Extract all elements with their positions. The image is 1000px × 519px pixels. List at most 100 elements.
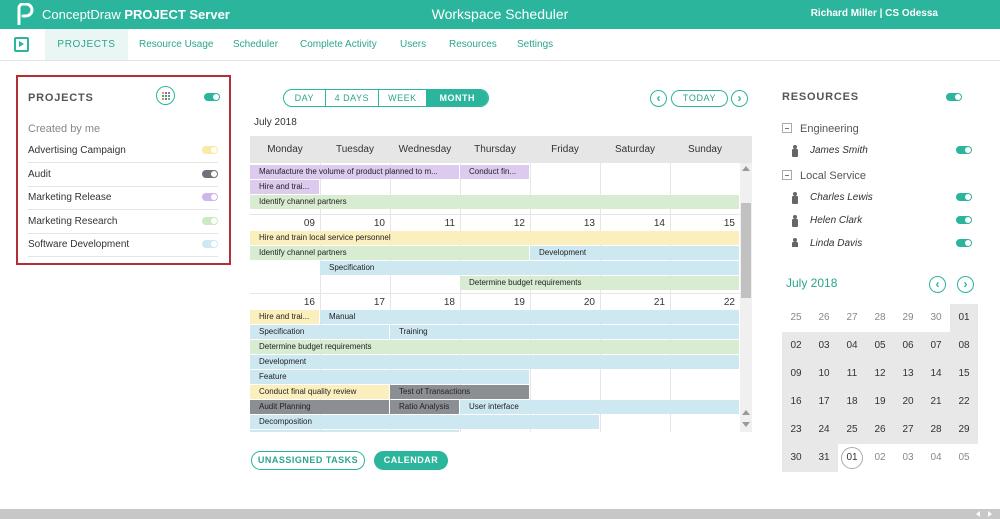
mini-calendar-day[interactable]: 29: [950, 416, 978, 444]
mini-calendar-day[interactable]: 01: [841, 447, 863, 469]
mini-calendar-day[interactable]: 28: [922, 416, 950, 444]
mini-calendar-day[interactable]: 19: [866, 388, 894, 416]
task-bar[interactable]: Specification: [250, 325, 389, 339]
date-number[interactable]: 10: [325, 218, 385, 229]
mini-calendar-day[interactable]: 09: [782, 360, 810, 388]
task-bar[interactable]: Specification: [320, 261, 739, 275]
mini-calendar-day[interactable]: 26: [810, 304, 838, 332]
date-number[interactable]: 13: [535, 218, 595, 229]
project-item[interactable]: Marketing Research: [28, 211, 218, 234]
project-visibility-toggle[interactable]: [202, 216, 218, 225]
mini-calendar-day[interactable]: 25: [782, 304, 810, 332]
task-bar[interactable]: Feature: [250, 370, 529, 384]
sidebar-toggle-icon[interactable]: [14, 37, 29, 52]
projects-toggle[interactable]: [204, 93, 220, 101]
tab-users[interactable]: Users: [400, 29, 426, 60]
today-button[interactable]: TODAY: [671, 90, 728, 107]
task-bar[interactable]: Hire and trai...: [250, 180, 319, 194]
mini-calendar-day[interactable]: 07: [922, 332, 950, 360]
tab-settings[interactable]: Settings: [517, 29, 553, 60]
mini-calendar-day[interactable]: 05: [866, 332, 894, 360]
task-bar[interactable]: Development: [250, 355, 739, 369]
project-visibility-toggle[interactable]: [202, 146, 218, 154]
task-bar[interactable]: Determine budget requirements: [460, 276, 739, 290]
mini-calendar-day[interactable]: 14: [922, 360, 950, 388]
mini-next-icon[interactable]: ›: [957, 276, 974, 293]
mini-calendar-day[interactable]: 30: [922, 304, 950, 332]
resource-toggle[interactable]: [956, 193, 972, 201]
group-local-service[interactable]: Local Service: [782, 169, 866, 182]
view-day-button[interactable]: DAY: [284, 90, 326, 106]
mini-calendar-day[interactable]: 15: [950, 360, 978, 388]
mini-calendar-day[interactable]: 12: [866, 360, 894, 388]
view-week-button[interactable]: WEEK: [379, 90, 427, 106]
scroll-up-icon[interactable]: [742, 166, 750, 171]
task-bar[interactable]: Hire and trai...: [250, 310, 319, 324]
tab-complete-activity[interactable]: Complete Activity: [300, 29, 377, 60]
date-number[interactable]: 19: [465, 297, 525, 308]
project-visibility-toggle[interactable]: [202, 240, 218, 248]
view-month-button[interactable]: MONTH: [426, 90, 488, 106]
collapse-icon[interactable]: [782, 170, 792, 180]
resource-toggle[interactable]: [956, 146, 972, 154]
task-bar[interactable]: Conduct final quality review: [250, 385, 389, 399]
task-bar[interactable]: Audit Planning: [250, 400, 389, 414]
mini-calendar-day[interactable]: 10: [810, 360, 838, 388]
mini-calendar-day[interactable]: 08: [950, 332, 978, 360]
task-bar[interactable]: Training: [390, 325, 739, 339]
scroll-left-icon[interactable]: [976, 511, 980, 517]
date-number[interactable]: 14: [605, 218, 665, 229]
task-bar[interactable]: Identify channel partners: [250, 246, 529, 260]
mini-calendar-day[interactable]: 27: [838, 304, 866, 332]
resource-toggle[interactable]: [956, 216, 972, 224]
mini-calendar-day[interactable]: 29: [894, 304, 922, 332]
mini-calendar-day[interactable]: 16: [782, 388, 810, 416]
mini-calendar-day[interactable]: 26: [866, 416, 894, 444]
collapse-icon[interactable]: [782, 123, 792, 133]
resources-toggle[interactable]: [946, 93, 962, 101]
date-number[interactable]: 17: [325, 297, 385, 308]
unassigned-tasks-button[interactable]: UNASSIGNED TASKS: [251, 451, 365, 470]
mini-prev-icon[interactable]: ‹: [929, 276, 946, 293]
task-bar[interactable]: Decomposition: [250, 415, 599, 429]
date-number[interactable]: 18: [395, 297, 455, 308]
mini-calendar-day[interactable]: 20: [894, 388, 922, 416]
mini-calendar-day[interactable]: 27: [894, 416, 922, 444]
mini-calendar-day[interactable]: 04: [838, 332, 866, 360]
task-bar[interactable]: Ratio Analysis: [390, 400, 459, 414]
color-grid-icon[interactable]: [156, 86, 175, 105]
project-item[interactable]: Advertising Campaign: [28, 140, 218, 163]
user-info[interactable]: Richard Miller | CS Odessa: [811, 8, 938, 19]
date-number[interactable]: 20: [535, 297, 595, 308]
mini-calendar-day[interactable]: 25: [838, 416, 866, 444]
mini-calendar-day[interactable]: 18: [838, 388, 866, 416]
tab-resource-usage[interactable]: Resource Usage: [139, 29, 213, 60]
date-number[interactable]: 22: [675, 297, 735, 308]
resource-row[interactable]: Helen Clark: [786, 212, 976, 232]
project-item[interactable]: Software Development: [28, 234, 218, 257]
calendar-scrollbar[interactable]: [740, 163, 752, 432]
page-horizontal-scrollbar[interactable]: [0, 509, 1000, 519]
mini-calendar-day[interactable]: 11: [838, 360, 866, 388]
date-number[interactable]: 21: [605, 297, 665, 308]
project-visibility-toggle[interactable]: [202, 169, 218, 178]
mini-calendar-day[interactable]: 03: [894, 444, 922, 472]
resource-toggle[interactable]: [956, 239, 972, 247]
date-number[interactable]: 11: [395, 218, 455, 229]
next-month-icon[interactable]: ›: [731, 90, 748, 107]
task-bar[interactable]: Manufacture the volume of product planne…: [250, 165, 459, 179]
mini-calendar-day[interactable]: 30: [782, 444, 810, 472]
scroll-thumb[interactable]: [741, 203, 751, 298]
task-bar[interactable]: Manual: [320, 310, 739, 324]
scroll-up-icon[interactable]: [742, 410, 750, 415]
resource-row[interactable]: Linda Davis: [786, 235, 976, 247]
tab-scheduler[interactable]: Scheduler: [233, 29, 278, 60]
mini-calendar-day[interactable]: 28: [866, 304, 894, 332]
prev-month-icon[interactable]: ‹: [650, 90, 667, 107]
project-item[interactable]: Audit: [28, 164, 218, 187]
date-number[interactable]: 15: [675, 218, 735, 229]
mini-calendar-day[interactable]: 01: [950, 304, 978, 332]
task-bar[interactable]: Determine budget requirements: [250, 340, 739, 354]
task-bar[interactable]: Hire and train local service personnel: [250, 231, 739, 245]
resource-row[interactable]: Charles Lewis: [786, 189, 976, 209]
